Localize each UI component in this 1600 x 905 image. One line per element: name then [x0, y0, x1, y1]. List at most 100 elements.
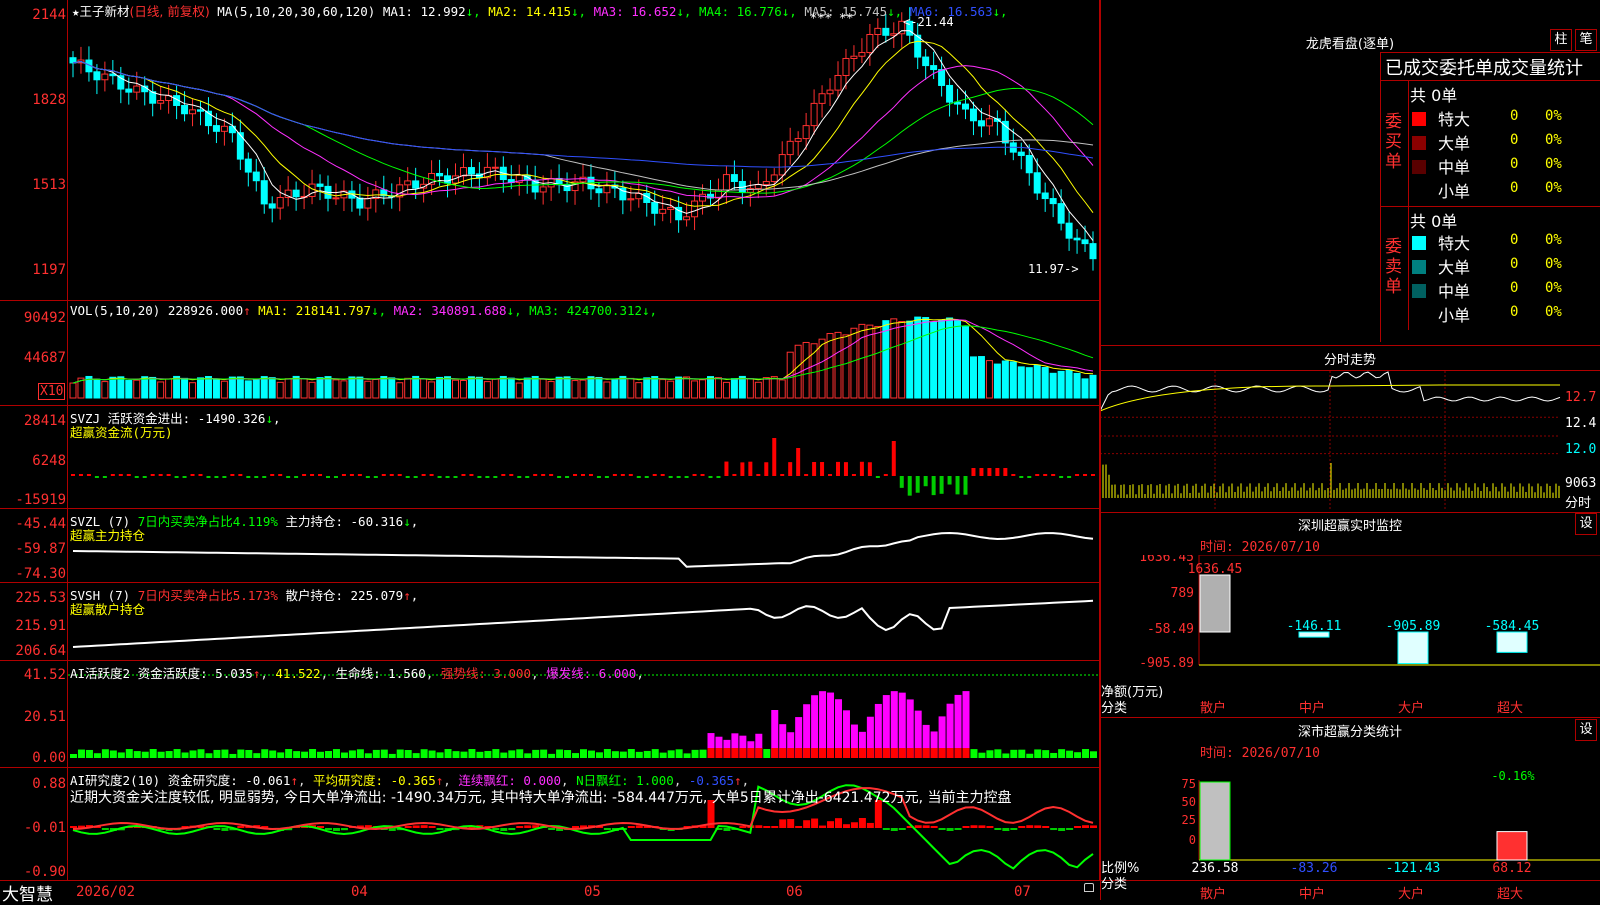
volume-bar	[762, 377, 770, 399]
volume-bar	[874, 325, 882, 399]
research-bar	[1074, 826, 1082, 828]
intraday-title: 分时走势	[1323, 353, 1376, 368]
flow-bar	[389, 474, 394, 476]
flow-bar	[700, 474, 705, 476]
chart-area[interactable]: ★王子新材(日线, 前复权) MA(5,10,20,30,60,120) MA1…	[0, 0, 1600, 900]
activity-base	[866, 748, 874, 758]
lock-icon[interactable]	[1084, 883, 1094, 892]
x-tick: 05	[584, 884, 601, 900]
candle	[1089, 243, 1097, 260]
activity-base	[707, 748, 715, 758]
candle	[539, 186, 547, 193]
flow-bar	[373, 476, 378, 478]
candle	[459, 167, 467, 177]
order-volume: 0	[1510, 232, 1519, 248]
activity-bar	[157, 751, 165, 758]
svzl-desc: 7日内买卖净占比4.119%	[137, 514, 278, 529]
ai-res-last: -0.365	[688, 773, 735, 788]
flow-bar	[278, 474, 283, 476]
order-type: 小单	[1438, 306, 1471, 325]
flow-bar	[955, 476, 960, 495]
activity-bar	[627, 749, 635, 758]
monitor-bar	[1199, 574, 1231, 633]
activity-base	[827, 748, 835, 758]
flow-bar	[381, 474, 386, 476]
research-bar	[420, 825, 428, 828]
research-bar	[1066, 828, 1074, 830]
monitor-value: -905.89	[1386, 619, 1441, 634]
activity-bar	[70, 754, 77, 758]
flow-bar	[588, 474, 593, 476]
volume-bar	[993, 363, 1001, 399]
buy-side-label: 委买单	[1385, 112, 1402, 172]
research-bar	[882, 828, 890, 830]
volume-bar	[412, 375, 420, 399]
candle	[220, 125, 228, 132]
candle	[364, 197, 372, 209]
volume-bar	[595, 376, 603, 399]
activity-bar	[476, 751, 484, 758]
research-bar	[428, 826, 436, 828]
candle	[125, 88, 133, 93]
legend-swatch	[1412, 236, 1426, 250]
classify-category: 大户	[1398, 887, 1425, 902]
monitor-category: 超大	[1497, 701, 1524, 716]
research-bar	[1018, 826, 1026, 828]
ma-prefix: MA(5,10,20,30,60,120)	[217, 4, 376, 19]
vol-ma-list: MA1: 218141.797↓, MA2: 340891.688↓, MA3:…	[250, 303, 658, 318]
main-legend: ★王子新材(日线, 前复权) MA(5,10,20,30,60,120) MA1…	[72, 1, 1008, 20]
research-bar	[332, 828, 340, 831]
candle	[444, 175, 452, 184]
order-percent: 0%	[1545, 180, 1562, 196]
flow-bar	[676, 476, 681, 478]
candle	[762, 181, 770, 186]
tick-mode-button[interactable]: 笔	[1575, 29, 1597, 51]
flow-bar	[262, 476, 267, 478]
svsh-y-label: 206.64	[15, 643, 66, 659]
volume-bar	[579, 379, 587, 399]
volume-bar	[459, 379, 467, 399]
research-bar	[412, 825, 420, 828]
order-percent: 0%	[1545, 304, 1562, 320]
ai-res-y-label: 0.88	[32, 776, 66, 792]
bar-mode-button[interactable]: 柱	[1550, 29, 1572, 51]
volume-bar	[778, 379, 786, 399]
candle	[101, 73, 109, 81]
research-bar	[930, 826, 938, 828]
candle	[699, 193, 707, 202]
svzj-y-label: 6248	[32, 453, 66, 469]
flow-bar	[437, 476, 442, 478]
classify-settings-button[interactable]: 设	[1575, 719, 1597, 741]
research-bar	[866, 822, 874, 828]
candle	[802, 125, 810, 140]
svzl-subtitle: 超赢主力持仓	[70, 528, 146, 543]
activity-bar	[540, 749, 548, 758]
research-bar	[803, 820, 811, 828]
volume-bar	[1001, 360, 1009, 399]
volume-bar	[938, 319, 946, 399]
volume-bar	[404, 377, 412, 399]
candle	[436, 172, 444, 177]
flow-bar	[1035, 474, 1040, 476]
volume-bar	[906, 320, 914, 399]
activity-bar	[699, 749, 707, 758]
monitor-settings-button[interactable]: 设	[1575, 513, 1597, 535]
research-bar	[603, 828, 611, 830]
activity-bar	[611, 751, 619, 758]
monitor-value: 1636.45	[1188, 562, 1243, 577]
flow-bar	[772, 438, 777, 476]
volume-bar	[189, 382, 197, 399]
research-bar	[1034, 825, 1042, 828]
volume-bar	[93, 378, 101, 399]
intraday-chart[interactable]	[1100, 371, 1600, 511]
activity-base	[715, 748, 723, 758]
volume-bar	[738, 375, 746, 399]
flow-bar	[859, 461, 864, 476]
candle	[1073, 237, 1081, 241]
classify-y-label: 25	[1182, 813, 1196, 827]
volume-bar	[1073, 372, 1081, 399]
volume-bar	[667, 380, 675, 399]
flow-bar	[349, 474, 354, 476]
monitor-bar	[1496, 631, 1528, 653]
flow-bar	[86, 474, 91, 476]
